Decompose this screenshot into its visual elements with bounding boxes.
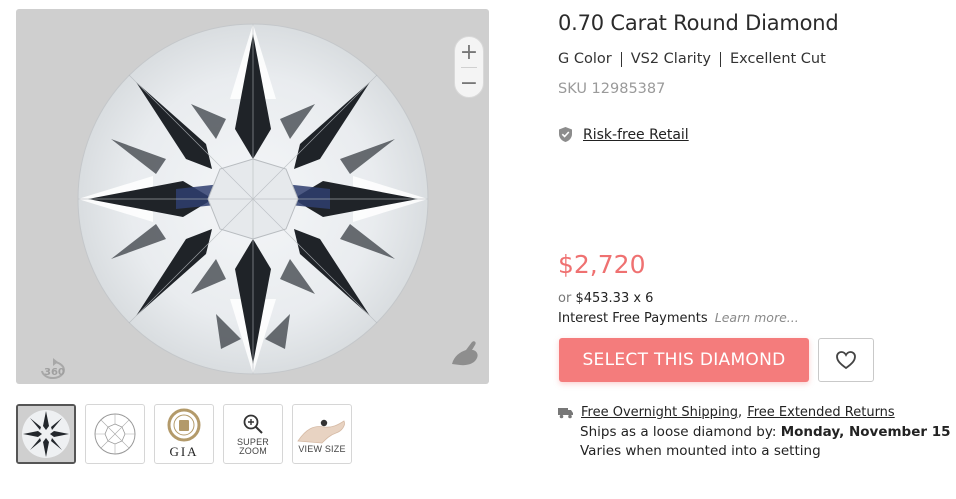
ships-by-date: Monday, November 15 [780, 424, 951, 440]
free-overnight-shipping-link[interactable]: Free Overnight Shipping [581, 405, 738, 420]
ships-by-line: Ships as a loose diamond by: Monday, Nov… [580, 424, 951, 440]
thumbnail-diamond-photo[interactable] [16, 404, 76, 464]
diamond-image [77, 23, 429, 375]
select-diamond-button[interactable]: SELECT THIS DIAMOND [559, 338, 809, 382]
ships-by-prefix: Ships as a loose diamond by: [580, 424, 777, 440]
favorite-button[interactable] [818, 338, 874, 382]
magnifier-icon [243, 414, 263, 434]
spec-clarity: VS2 Clarity [630, 51, 711, 67]
360-rotate-icon[interactable]: 360 [38, 356, 68, 382]
zoom-out-button[interactable]: − [455, 68, 483, 98]
free-extended-returns-link[interactable]: Free Extended Returns [747, 405, 895, 420]
hand-ring-icon [297, 419, 345, 443]
thumbnail-super-zoom[interactable]: SUPER ZOOM [223, 404, 283, 464]
spec-divider [620, 51, 622, 67]
thumbnail-gia-certificate[interactable]: GIA [154, 404, 214, 464]
thumbnail-diamond-diagram[interactable] [85, 404, 145, 464]
diamond-thumb-icon [18, 406, 74, 462]
interest-free-label: Interest Free Payments [558, 311, 708, 326]
spec-color: G Color [558, 51, 612, 67]
spec-cut: Excellent Cut [729, 51, 826, 67]
product-title: 0.70 Carat Round Diamond [558, 11, 839, 35]
diamond-image-viewer[interactable]: + − 360 [16, 9, 489, 384]
super-zoom-label-2: ZOOM [239, 445, 267, 456]
zoom-control: + − [454, 36, 484, 98]
svg-text:360: 360 [44, 367, 65, 378]
diamond-diagram-icon [94, 413, 136, 455]
risk-free-row: Risk-free Retail [558, 126, 689, 143]
thumbnail-view-size[interactable]: VIEW SIZE [292, 404, 352, 464]
hand-icon[interactable] [448, 338, 482, 368]
truck-icon [558, 407, 573, 418]
learn-more-link[interactable]: Learn more... [715, 310, 799, 325]
product-specs: G Color VS2 Clarity Excellent Cut [558, 51, 826, 67]
risk-free-retail-link[interactable]: Risk-free Retail [583, 127, 689, 143]
shipping-row: Free Overnight Shipping , Free Extended … [558, 405, 895, 420]
installment-or: or [558, 291, 572, 306]
setting-note: Varies when mounted into a setting [580, 443, 821, 459]
shield-icon [559, 127, 572, 142]
price: $2,720 [558, 250, 646, 279]
shipping-separator: , [738, 405, 743, 420]
zoom-in-button[interactable]: + [455, 37, 483, 67]
installment-row: or $453.33 x 6 [558, 291, 653, 306]
installment-amount: $453.33 x 6 [575, 291, 654, 306]
interest-row: Interest Free Payments Learn more... [558, 310, 799, 326]
heart-icon [836, 351, 856, 370]
view-size-label: VIEW SIZE [298, 443, 346, 454]
product-sku: SKU 12985387 [558, 81, 666, 97]
spec-divider [719, 51, 721, 67]
gia-seal-icon [167, 408, 201, 442]
gia-label: GIA [169, 444, 199, 459]
